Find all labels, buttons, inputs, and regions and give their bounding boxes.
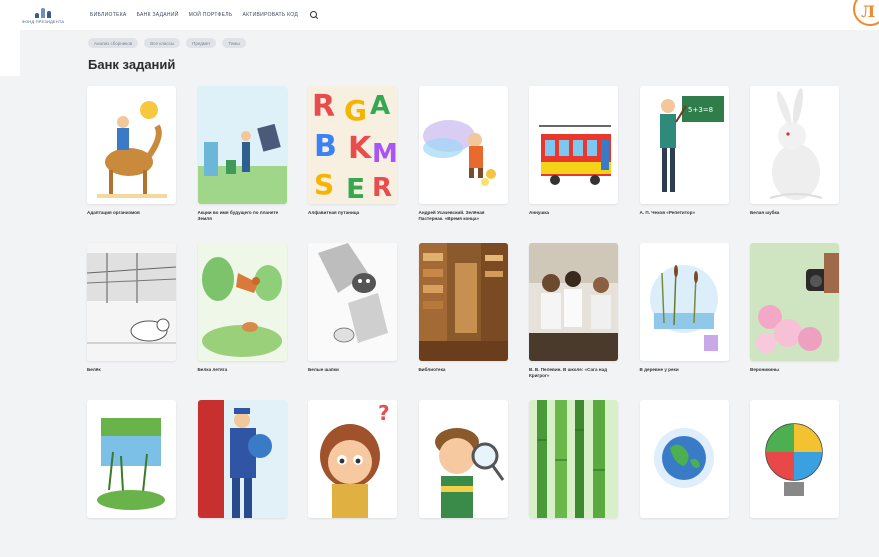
task-card[interactable]: [529, 400, 618, 557]
card-illustration: 5+3=8: [639, 86, 729, 204]
filter-chip[interactable]: Анализ сборников: [88, 38, 139, 48]
task-card[interactable]: Белая шубка: [750, 86, 839, 243]
svg-text:5+3=8: 5+3=8: [688, 106, 713, 114]
filter-chip[interactable]: Темы: [222, 38, 246, 48]
svg-text:E: E: [346, 172, 365, 204]
task-card[interactable]: Белёк: [87, 243, 176, 400]
task-card[interactable]: Белые шапки: [308, 243, 397, 400]
filter-chip[interactable]: Все классы: [144, 38, 181, 48]
site-logo[interactable]: ФОНД ПРЕЗИДЕНТА: [20, 7, 66, 24]
task-card[interactable]: ?: [308, 400, 397, 557]
top-navigation-bar: ФОНД ПРЕЗИДЕНТА Библиотека Банк заданий …: [0, 0, 845, 30]
card-title: Адаптация организмов: [87, 210, 140, 215]
task-card[interactable]: Адаптация организмов: [87, 86, 176, 243]
svg-text:G: G: [344, 94, 367, 127]
task-card[interactable]: 5+3=8 А. П. Чехов «Репетитор»: [639, 86, 729, 243]
card-illustration: [87, 243, 176, 361]
svg-text:R: R: [312, 89, 335, 124]
card-illustration: [529, 243, 618, 361]
logo-mark-icon: [33, 7, 53, 18]
card-title: А. П. Чехов «Репетитор»: [639, 210, 696, 215]
task-card[interactable]: [418, 400, 508, 557]
card-illustration: [197, 86, 287, 204]
nav-library[interactable]: Библиотека: [90, 12, 127, 18]
svg-text:S: S: [314, 168, 334, 201]
nav-task-bank[interactable]: Банк заданий: [137, 12, 179, 18]
card-illustration: [418, 86, 508, 204]
card-illustration: [750, 86, 839, 204]
card-title: Вероникины: [750, 367, 779, 372]
task-card[interactable]: [639, 400, 729, 557]
card-illustration: [197, 400, 287, 518]
card-title: Андрей Усачевский. Зелёная Пастернак. «В…: [418, 210, 485, 221]
card-title: В. В. Пелевин. В школе: «Сага над Кригро…: [529, 367, 608, 378]
filter-chip[interactable]: Предмет: [186, 38, 217, 48]
corner-logo: Л: [845, 0, 879, 30]
nav-activate-code[interactable]: Активировать код: [242, 12, 298, 18]
task-card-grid: Адаптация организмов Акции во имя будуще…: [87, 86, 839, 557]
card-illustration: [87, 86, 176, 204]
task-card[interactable]: Белка летяга: [197, 243, 287, 400]
nav-my-portfolio[interactable]: Мой портфель: [189, 12, 233, 18]
card-title: Белка летяга: [197, 367, 228, 372]
filter-bar: Анализ сборников Все классы Предмет Темы: [88, 38, 246, 48]
main-nav: Библиотека Банк заданий Мой портфель Акт…: [90, 10, 319, 20]
svg-text:?: ?: [378, 401, 390, 425]
card-illustration: [529, 400, 618, 518]
card-illustration: [418, 243, 508, 361]
task-card[interactable]: R G A B K M S E R Алфавитная путаница: [308, 86, 397, 243]
card-illustration: [639, 243, 729, 361]
card-illustration: [87, 400, 176, 518]
svg-text:B: B: [314, 129, 337, 164]
card-title: Библиотека: [418, 367, 446, 372]
card-title: Акции во имя будущего по планете Земля: [197, 210, 279, 221]
card-illustration: [750, 400, 839, 518]
task-card[interactable]: Акции во имя будущего по планете Земля: [197, 86, 287, 243]
card-illustration: [750, 243, 839, 361]
card-illustration: [529, 86, 618, 204]
task-card[interactable]: Библиотека: [418, 243, 508, 400]
card-title: В деревне у реки: [639, 367, 679, 372]
task-card[interactable]: [87, 400, 176, 557]
card-illustration: [197, 243, 287, 361]
svg-text:A: A: [370, 91, 390, 121]
task-card[interactable]: В деревне у реки: [639, 243, 729, 400]
card-title: Белые шапки: [308, 367, 339, 372]
card-illustration: [639, 400, 729, 518]
card-title: Алфавитная путаница: [308, 210, 360, 215]
task-card[interactable]: Вероникины: [750, 243, 839, 400]
task-card[interactable]: В. В. Пелевин. В школе: «Сага над Кригро…: [529, 243, 618, 400]
card-illustration: [308, 243, 397, 361]
task-card[interactable]: Андрей Усачевский. Зелёная Пастернак. «В…: [418, 86, 508, 243]
task-card[interactable]: [750, 400, 839, 557]
task-card[interactable]: [197, 400, 287, 557]
card-title: Белая шубка: [750, 210, 780, 215]
card-title: Аннушка: [529, 210, 550, 215]
card-illustration: [418, 400, 508, 518]
svg-text:R: R: [372, 173, 392, 203]
svg-text:K: K: [348, 131, 373, 166]
corner-logo-letter: Л: [861, 2, 876, 21]
side-strip: [0, 30, 20, 76]
page-title: Банк заданий: [88, 57, 176, 72]
card-illustration: ?: [308, 400, 397, 518]
logo-text: ФОНД ПРЕЗИДЕНТА: [21, 18, 65, 24]
svg-text:M: M: [372, 139, 397, 169]
card-title: Белёк: [87, 367, 101, 372]
task-card[interactable]: Аннушка: [529, 86, 618, 243]
search-icon[interactable]: [310, 10, 319, 20]
card-illustration: RGABKMSER: [308, 86, 397, 204]
